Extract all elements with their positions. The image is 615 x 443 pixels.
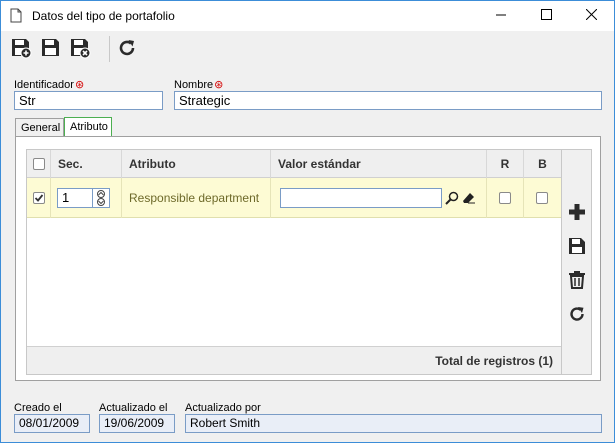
attribute-grid: Sec. Atributo Valor estándar R B 1 Respo…: [26, 149, 562, 375]
identificador-input[interactable]: Str: [14, 91, 163, 110]
refresh-button[interactable]: [115, 37, 139, 61]
refresh-icon: [116, 37, 138, 62]
creado-label: Creado el: [14, 402, 62, 414]
valor-estandar-input[interactable]: [280, 188, 442, 208]
required-icon: ⊛: [74, 79, 85, 91]
row-checkbox[interactable]: [33, 192, 45, 204]
r-checkbox[interactable]: [499, 192, 511, 204]
sec-input[interactable]: 1: [57, 188, 93, 208]
search-button[interactable]: [444, 189, 460, 207]
window-title: Datos del tipo de portafolio: [32, 9, 175, 23]
delete-icon: [569, 271, 585, 289]
record-count: Total de registros (1): [435, 354, 553, 368]
actualizado-por-value: Robert Smith: [185, 414, 602, 433]
tab-general[interactable]: General: [15, 118, 64, 137]
actualizado-value: 19/06/2009: [99, 414, 175, 433]
actualizado-por-label: Actualizado por: [185, 402, 261, 414]
refresh-icon: [570, 307, 584, 321]
identificador-label-text: Identificador: [14, 79, 74, 91]
header-atributo[interactable]: Atributo: [122, 150, 271, 178]
save-icon: [40, 37, 62, 62]
toolbar-separator: [109, 36, 110, 62]
refresh-grid-button[interactable]: [567, 304, 587, 324]
close-icon: [585, 8, 598, 23]
eraser-icon: [463, 193, 475, 204]
tab-atributo[interactable]: Atributo: [64, 117, 112, 137]
add-button[interactable]: [567, 202, 587, 222]
nombre-label: Nombre⊛: [174, 78, 223, 91]
required-icon: ⊛: [214, 79, 224, 91]
delete-button[interactable]: [567, 270, 587, 290]
row-atributo-cell: Responsible department: [122, 178, 271, 218]
row-sec-cell: 1: [51, 178, 122, 218]
sec-stepper[interactable]: [92, 188, 110, 208]
checkmark-icon: [34, 194, 44, 202]
atributo-value: Responsible department: [129, 191, 260, 205]
minimize-icon: [496, 9, 507, 23]
toolbar: [1, 31, 614, 67]
save-close-button[interactable]: [68, 37, 92, 61]
identificador-label: Identificador⊛: [14, 78, 84, 91]
actualizado-label: Actualizado el: [99, 402, 168, 414]
atributo-panel: Sec. Atributo Valor estándar R B 1 Respo…: [15, 136, 601, 381]
select-all-checkbox[interactable]: [33, 158, 45, 170]
dialog-window: Datos del tipo de portafolio Identificad…: [0, 0, 615, 443]
save-row-button[interactable]: [567, 236, 587, 256]
document-icon: [10, 8, 22, 23]
header-b[interactable]: B: [524, 150, 561, 178]
search-icon: [445, 191, 459, 205]
save-new-button[interactable]: [9, 37, 33, 61]
maximize-button[interactable]: [524, 1, 569, 31]
clear-button[interactable]: [461, 189, 477, 207]
grid-header: Sec. Atributo Valor estándar R B: [27, 150, 561, 178]
b-checkbox[interactable]: [536, 192, 548, 204]
form-content: Identificador⊛ Str Nombre⊛ Strategic Gen…: [1, 67, 614, 442]
maximize-icon: [541, 9, 552, 23]
save-close-icon: [69, 37, 91, 62]
row-select-cell: [27, 178, 51, 218]
close-button[interactable]: [569, 1, 614, 31]
header-r[interactable]: R: [487, 150, 524, 178]
nombre-label-text: Nombre: [174, 79, 214, 91]
header-valor-estandar[interactable]: Valor estándar: [271, 150, 487, 178]
save-icon: [569, 238, 585, 254]
spin-arrows-icon: [97, 190, 105, 206]
save-button[interactable]: [39, 37, 63, 61]
header-select-cell: [27, 150, 51, 178]
row-r-cell: [487, 178, 524, 218]
title-bar: Datos del tipo de portafolio: [1, 1, 614, 31]
save-new-icon: [10, 37, 32, 62]
header-sec[interactable]: Sec.: [51, 150, 122, 178]
creado-value: 08/01/2009: [14, 414, 90, 433]
grid-footer: Total de registros (1): [27, 346, 561, 374]
row-valor-cell: [271, 178, 487, 218]
minimize-button[interactable]: [479, 1, 524, 31]
nombre-input[interactable]: Strategic: [174, 91, 602, 110]
add-icon: [569, 204, 585, 220]
table-row[interactable]: 1 Responsible department: [27, 178, 561, 218]
side-action-bar: [562, 149, 592, 375]
row-b-cell: [524, 178, 561, 218]
